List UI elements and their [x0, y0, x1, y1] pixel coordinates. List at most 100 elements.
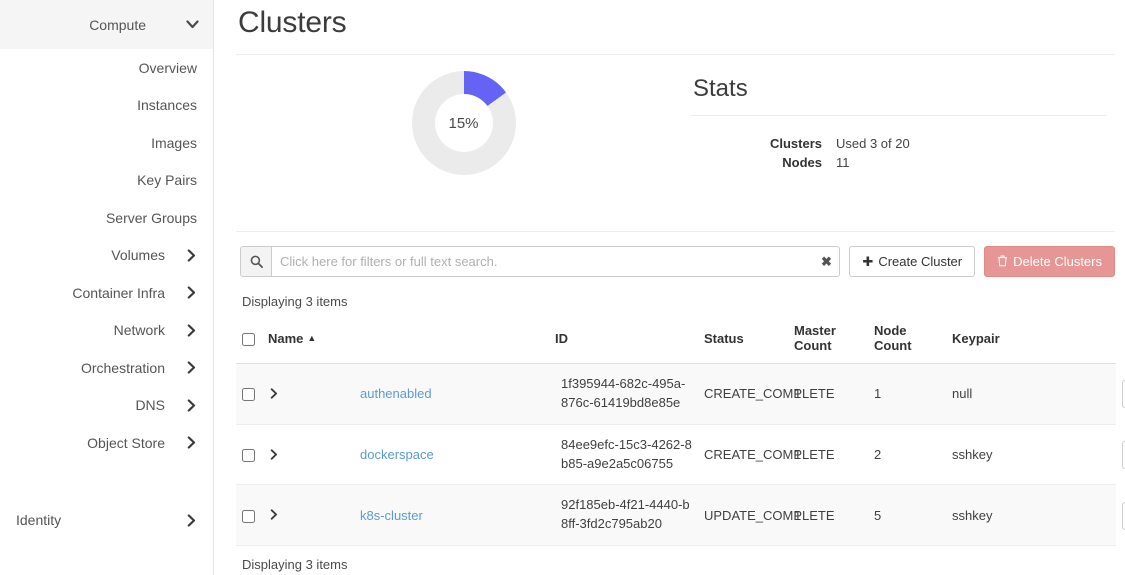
overview-row: 15% Stats Clusters Used 3 of 20 Nodes 11	[236, 55, 1115, 231]
select-all-checkbox[interactable]	[242, 333, 255, 346]
row-keypair-cell: null	[946, 364, 1116, 425]
stats-value: 11	[836, 153, 1107, 172]
toolbar: ✖ ✚ Create Cluster Delete Clusters	[236, 232, 1115, 277]
chevron-right-icon	[187, 324, 199, 337]
clusters-table: Name▲ ID Status Master Count Node Count	[236, 319, 1116, 546]
sidebar-item-network[interactable]: Network	[0, 312, 213, 350]
row-keypair-cell: sshkey	[946, 424, 1116, 485]
sidebar-group-compute-label: Compute	[89, 17, 146, 33]
row-status-cell: CREATE_COMPLETE	[698, 424, 788, 485]
displaying-count-top: Displaying 3 items	[236, 277, 1115, 319]
row-id-cell: 1f395944-682c-495a-876c-61419bd8e85e	[555, 364, 698, 425]
sidebar-item-server-groups[interactable]: Server Groups	[0, 199, 213, 237]
sidebar-item-label: Key Pairs	[137, 172, 197, 188]
stats-key: Clusters	[691, 134, 836, 153]
chevron-right-icon[interactable]	[270, 387, 284, 402]
sidebar-item-label: Server Groups	[106, 210, 197, 226]
column-header-id-label: ID	[555, 331, 568, 346]
select-all-header[interactable]	[236, 319, 262, 364]
row-select-cell[interactable]	[236, 364, 262, 425]
sidebar-item-volumes[interactable]: Volumes	[0, 237, 213, 275]
cluster-name-link[interactable]: dockerspace	[360, 447, 434, 462]
chevron-right-icon	[187, 286, 199, 299]
sidebar-item-instances[interactable]: Instances	[0, 87, 213, 125]
row-select-cell[interactable]	[236, 485, 262, 546]
stats-divider	[691, 115, 1107, 116]
chevron-right-icon[interactable]	[270, 508, 284, 523]
sidebar-item-label: Orchestration	[16, 360, 187, 376]
row-select-cell[interactable]	[236, 424, 262, 485]
column-header-keypair[interactable]: Keypair	[946, 319, 1116, 364]
chevron-down-icon	[186, 20, 199, 29]
table-row[interactable]: authenabled 1f395944-682c-495a-876c-6141…	[236, 364, 1116, 425]
row-expand-cell[interactable]	[262, 424, 360, 485]
create-cluster-button[interactable]: ✚ Create Cluster	[849, 246, 975, 277]
sidebar-group-compute[interactable]: Compute	[0, 0, 213, 49]
sidebar-item-object-store[interactable]: Object Store	[0, 424, 213, 462]
sidebar-item-orchestration[interactable]: Orchestration	[0, 349, 213, 387]
sidebar-item-overview[interactable]: Overview	[0, 49, 213, 87]
donut-ring: 15%	[412, 71, 516, 175]
page-title: Clusters	[236, 0, 1115, 54]
column-header-master-count[interactable]: Master Count	[788, 319, 868, 364]
row-checkbox[interactable]	[242, 449, 255, 462]
stats-row-clusters: Clusters Used 3 of 20	[691, 134, 1107, 153]
create-cluster-label: Create Cluster	[878, 254, 962, 269]
column-header-name[interactable]: Name▲	[262, 319, 555, 364]
row-node-count-cell: 1	[868, 364, 946, 425]
search-input[interactable]	[272, 247, 813, 276]
usage-donut-chart: 15%	[236, 55, 691, 175]
sort-asc-icon: ▲	[307, 333, 316, 343]
search-icon[interactable]	[241, 247, 272, 276]
column-header-keypair-label: Keypair	[952, 331, 1000, 346]
stats-title: Stats	[693, 75, 1107, 103]
stats-key: Nodes	[691, 153, 836, 172]
stats-table: Clusters Used 3 of 20 Nodes 11	[691, 134, 1107, 172]
sidebar-item-label: Instances	[137, 97, 197, 113]
sidebar-item-label: DNS	[16, 397, 187, 413]
column-header-status[interactable]: Status	[698, 319, 788, 364]
row-name-cell[interactable]: k8s-cluster	[360, 485, 555, 546]
row-id-cell: 84ee9efc-15c3-4262-8b85-a9e2a5c06755	[555, 424, 698, 485]
stats-panel: Stats Clusters Used 3 of 20 Nodes 11	[691, 55, 1115, 172]
table-row[interactable]: dockerspace 84ee9efc-15c3-4262-8b85-a9e2…	[236, 424, 1116, 485]
search-box[interactable]: ✖	[240, 246, 840, 277]
table-row[interactable]: k8s-cluster 92f185eb-4f21-4440-b8ff-3fd2…	[236, 485, 1116, 546]
row-checkbox[interactable]	[242, 388, 255, 401]
sidebar-item-container-infra[interactable]: Container Infra	[0, 274, 213, 312]
sidebar-item-label: Container Infra	[16, 285, 187, 301]
chevron-right-icon[interactable]	[270, 448, 284, 463]
row-node-count-cell: 2	[868, 424, 946, 485]
sidebar-item-label: Identity	[16, 512, 187, 528]
main-content: Clusters 15% Stats Clusters Used 3 of 20	[214, 0, 1125, 575]
sidebar-item-label: Overview	[139, 60, 197, 76]
row-expand-cell[interactable]	[262, 485, 360, 546]
sidebar-item-images[interactable]: Images	[0, 124, 213, 162]
sidebar-item-identity[interactable]: Identity	[0, 502, 213, 540]
chevron-right-icon	[187, 249, 199, 262]
row-name-cell[interactable]: authenabled	[360, 364, 555, 425]
column-header-node-count[interactable]: Node Count	[868, 319, 946, 364]
row-keypair-cell: sshkey	[946, 485, 1116, 546]
chevron-right-icon	[187, 399, 199, 412]
page-root: Compute Overview Instances Images Key Pa…	[0, 0, 1125, 575]
cluster-name-link[interactable]: k8s-cluster	[360, 508, 423, 523]
sidebar-item-dns[interactable]: DNS	[0, 387, 213, 425]
plus-icon: ✚	[862, 255, 873, 268]
column-header-node-count-label: Node Count	[874, 323, 912, 353]
displaying-count-bottom: Displaying 3 items	[236, 546, 1115, 572]
sidebar-item-label: Network	[16, 322, 187, 338]
table-header-row: Name▲ ID Status Master Count Node Count	[236, 319, 1116, 364]
chevron-right-icon	[187, 436, 199, 449]
sidebar-item-label: Volumes	[16, 247, 187, 263]
delete-clusters-button[interactable]: Delete Clusters	[984, 246, 1115, 277]
stats-row-nodes: Nodes 11	[691, 153, 1107, 172]
sidebar-item-label: Object Store	[16, 435, 187, 451]
row-name-cell[interactable]: dockerspace	[360, 424, 555, 485]
column-header-id[interactable]: ID	[555, 319, 698, 364]
row-expand-cell[interactable]	[262, 364, 360, 425]
cluster-name-link[interactable]: authenabled	[360, 386, 432, 401]
sidebar-item-key-pairs[interactable]: Key Pairs	[0, 162, 213, 200]
clear-icon[interactable]: ✖	[813, 247, 839, 276]
row-checkbox[interactable]	[242, 510, 255, 523]
